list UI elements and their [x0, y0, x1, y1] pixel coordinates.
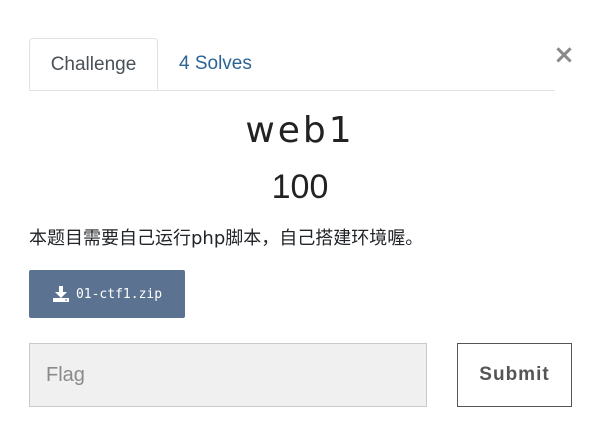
- tab-bar: Challenge 4 Solves: [29, 38, 555, 91]
- challenge-description: 本题目需要自己运行php脚本，自己搭建环境喔。: [29, 228, 424, 249]
- tab-solves-label: 4 Solves: [179, 53, 252, 74]
- download-file-label: 01-ctf1.zip: [75, 286, 163, 302]
- submit-label: Submit: [479, 364, 550, 385]
- tab-challenge-label: Challenge: [50, 54, 137, 75]
- close-icon[interactable]: ×: [553, 40, 575, 70]
- close-button[interactable]: ×: [553, 42, 575, 68]
- flag-input[interactable]: [29, 343, 427, 407]
- tab-solves[interactable]: 4 Solves: [179, 38, 252, 89]
- tab-challenge[interactable]: Challenge: [29, 38, 158, 90]
- download-file-button[interactable]: 01-ctf1.zip: [29, 270, 185, 318]
- submit-button[interactable]: Submit: [457, 343, 572, 407]
- download-icon: [52, 285, 70, 303]
- challenge-name: web1: [245, 110, 355, 151]
- challenge-value: 100: [271, 168, 329, 206]
- challenge-modal: × Challenge 4 Solves web1 100 本题目需要自己运行p…: [0, 0, 600, 439]
